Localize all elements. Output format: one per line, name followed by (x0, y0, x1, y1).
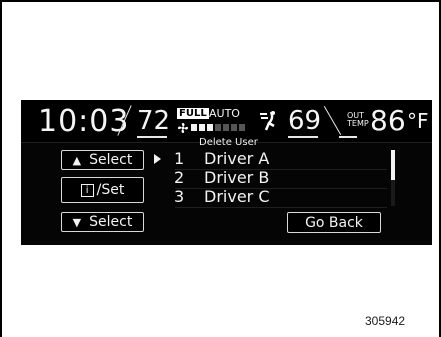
go-back-button[interactable]: Go Back (287, 212, 381, 233)
out-temp-underline (339, 136, 357, 138)
triangle-down-icon: ▼ (72, 215, 82, 229)
right-temperature: 69 (288, 106, 322, 136)
info-set-button[interactable]: i /Set (61, 177, 144, 203)
infotainment-screen: 10:03 72 FULL AUTO 69 OUT TEMP 86 °F Del… (21, 100, 432, 245)
select-down-label: Select (89, 214, 133, 230)
user-name: Driver B (204, 168, 270, 187)
list-scrollbar-thumb[interactable] (391, 150, 395, 180)
figure-border-top (0, 0, 441, 2)
user-number: 2 (174, 168, 185, 187)
fan-speed-bar (223, 124, 229, 131)
list-scrollbar-track (391, 180, 395, 206)
user-number: 1 (174, 149, 185, 168)
user-list-item[interactable]: 3 Driver C (154, 187, 387, 207)
fan-status: FULL AUTO (177, 107, 251, 138)
fan-speed-bar (199, 124, 205, 131)
outside-temperature-unit: °F (407, 109, 429, 133)
right-temp-underline (288, 136, 318, 138)
user-list-item[interactable]: 2 Driver B (154, 168, 387, 188)
figure-id: 305942 (365, 314, 406, 328)
info-set-label: /Set (96, 182, 125, 198)
screen-title: Delete User (199, 137, 258, 148)
triangle-up-icon: ▲ (72, 153, 82, 167)
user-name: Driver C (204, 187, 270, 206)
fan-full-badge: FULL (177, 108, 209, 119)
info-icon: i (80, 183, 94, 197)
user-list-item[interactable]: 1 Driver A (154, 149, 387, 169)
fan-speed-bars (191, 124, 245, 131)
play-arrow-icon (154, 154, 161, 164)
fan-speed-bar (239, 124, 245, 131)
seat-airflow-icon (257, 110, 279, 134)
fan-speed-bar (215, 124, 221, 131)
fan-speed-bar (207, 124, 213, 131)
user-name: Driver A (204, 149, 270, 168)
outside-temperature: 86 (370, 104, 406, 137)
go-back-label: Go Back (305, 214, 363, 231)
left-temp-underline (137, 136, 167, 138)
left-temperature: 72 (137, 106, 171, 136)
fan-speed-bar (191, 124, 197, 131)
fan-auto-label: AUTO (209, 107, 240, 120)
out-temp-label: OUT TEMP (347, 112, 369, 128)
clock-display: 10:03 (38, 104, 130, 139)
select-up-label: Select (89, 152, 133, 168)
figure-border-left (0, 0, 2, 337)
select-down-button[interactable]: ▼ Select (61, 212, 144, 232)
out-temp-label-line2: TEMP (347, 119, 369, 128)
user-number: 3 (174, 187, 185, 206)
list-divider (175, 207, 387, 208)
divider-slash (323, 105, 342, 136)
fan-speed-bar (231, 124, 237, 131)
select-up-button[interactable]: ▲ Select (61, 150, 144, 170)
fan-icon (177, 122, 189, 134)
